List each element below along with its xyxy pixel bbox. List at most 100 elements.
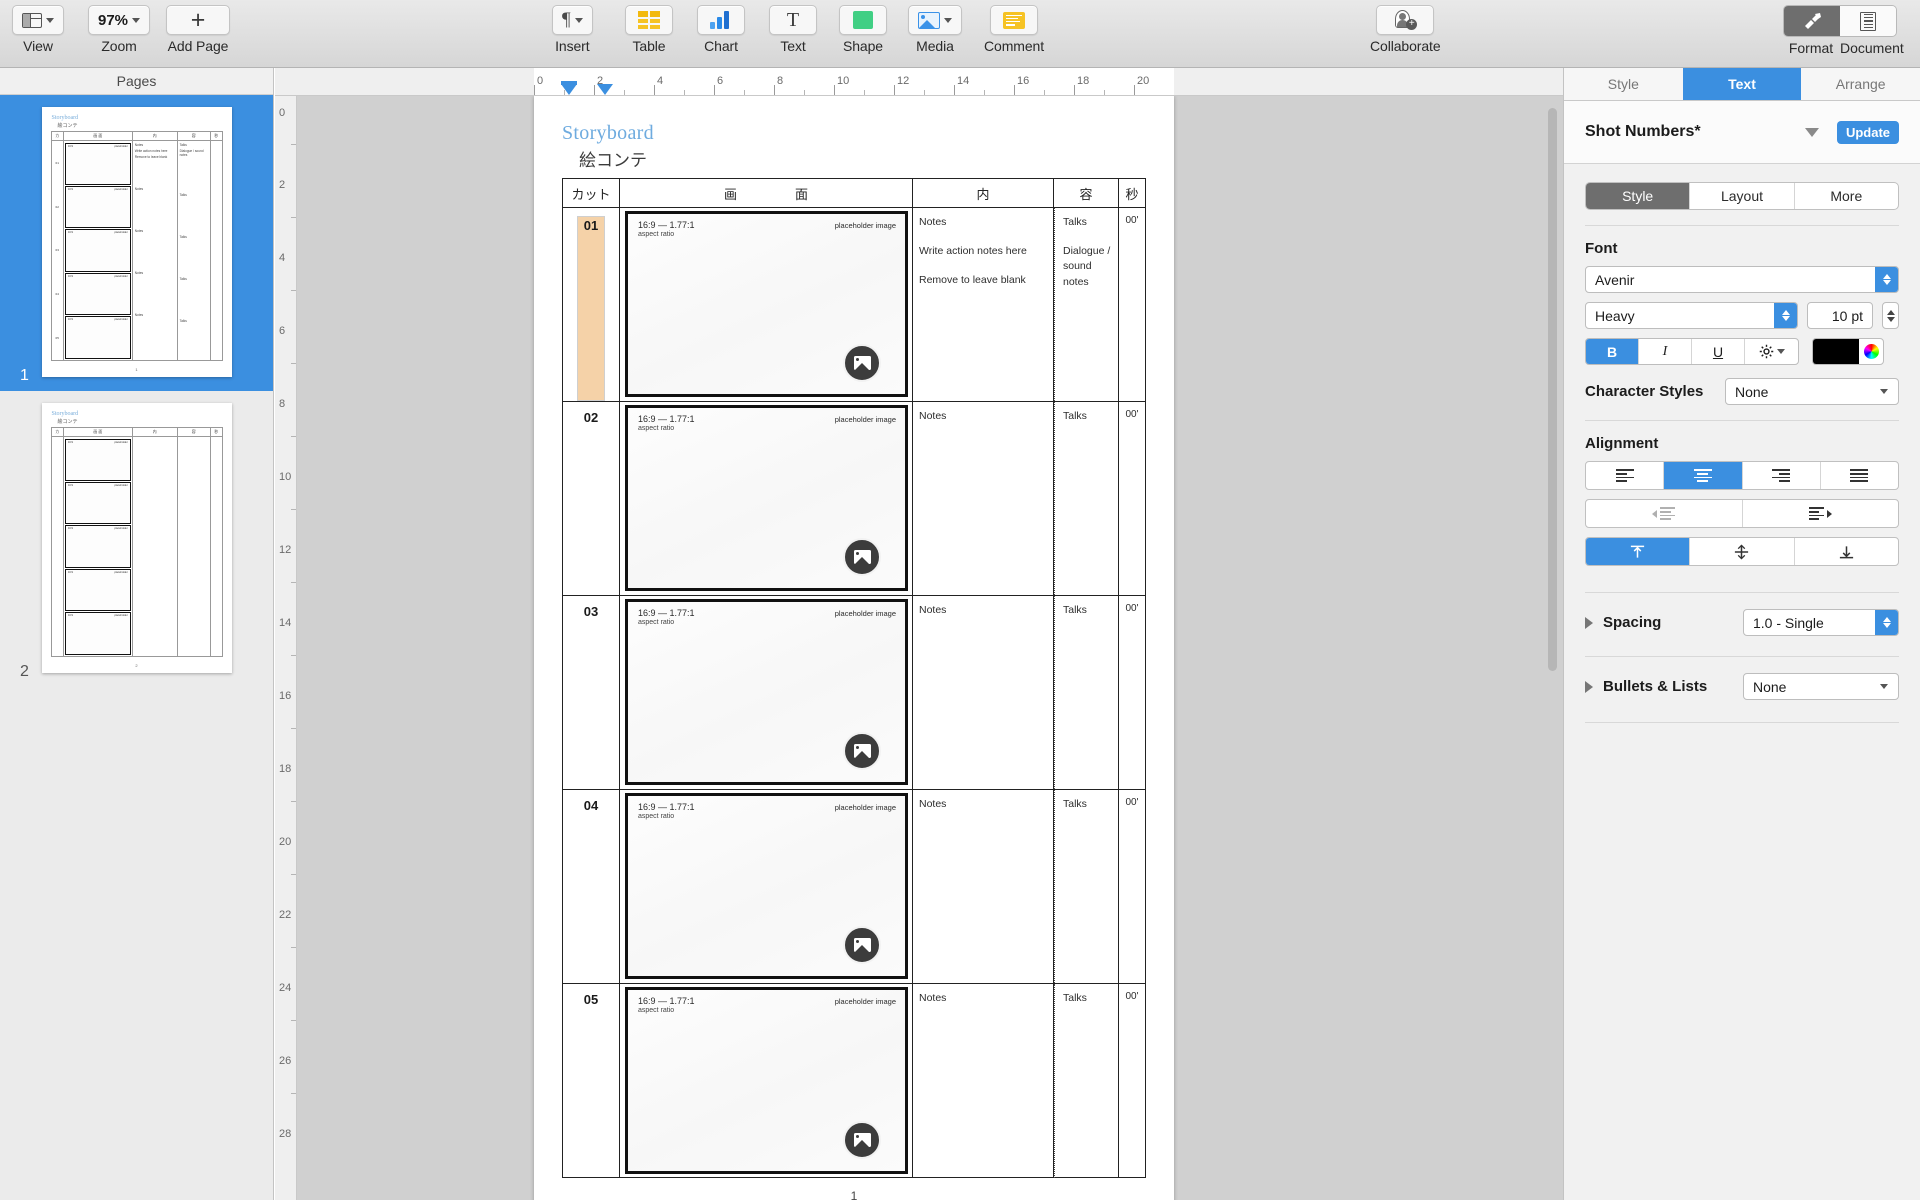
media-placeholder-icon[interactable] (843, 732, 881, 770)
stepper-icon[interactable] (1875, 267, 1898, 292)
cut-number[interactable]: 03 (584, 604, 598, 789)
notes-cell[interactable]: Notes (913, 790, 1054, 983)
cut-cell[interactable]: 04 (563, 790, 620, 983)
image-cell[interactable]: 16:9 — 1.77:1 aspect ratio placeholder i… (620, 596, 913, 789)
toolbar-collaborate[interactable]: + Collaborate (1370, 5, 1441, 54)
image-placeholder-frame[interactable]: 16:9 — 1.77:1 aspect ratio placeholder i… (625, 599, 908, 785)
cut-cell[interactable]: 03 (563, 596, 620, 789)
align-middle-button[interactable] (1690, 538, 1795, 565)
character-styles-select[interactable]: None (1725, 378, 1899, 405)
table-row[interactable]: 05 16:9 — 1.77:1 aspect ratio placeholde… (563, 984, 1145, 1178)
toolbar-table[interactable]: Table (625, 5, 673, 54)
seconds-cell[interactable]: 00' (1119, 208, 1145, 401)
font-size-field[interactable]: 10 pt (1807, 302, 1873, 329)
cut-number[interactable]: 05 (584, 992, 598, 1178)
color-swatch[interactable] (1813, 339, 1859, 364)
image-placeholder-frame[interactable]: 16:9 — 1.77:1 aspect ratio placeholder i… (625, 793, 908, 979)
table-button[interactable] (625, 5, 673, 35)
align-right-button[interactable] (1743, 462, 1821, 489)
talks-cell[interactable]: Talks (1054, 596, 1119, 789)
font-family-select[interactable]: Avenir (1585, 266, 1899, 293)
table-row[interactable]: 02 16:9 — 1.77:1 aspect ratio placeholde… (563, 402, 1145, 596)
cut-cell[interactable]: 02 (563, 402, 620, 595)
table-row[interactable]: 01 16:9 — 1.77:1 aspect ratio placeholde… (563, 208, 1145, 402)
disclosure-triangle-icon[interactable] (1585, 680, 1593, 693)
toolbar-comment[interactable]: Comment (984, 5, 1044, 54)
comment-button[interactable] (989, 5, 1038, 35)
bullets-select[interactable]: None (1743, 673, 1899, 700)
document-page-1[interactable]: Storyboard 絵コンテ カット 画 面 内 容 秒 01 16:9 — … (534, 96, 1174, 1200)
toolbar-text[interactable]: T Text (769, 5, 817, 54)
increase-indent-button[interactable] (1743, 500, 1899, 527)
chevron-down-icon[interactable] (1804, 127, 1819, 137)
tab-text[interactable]: Text (1682, 68, 1802, 100)
toolbar-view[interactable]: View (12, 5, 64, 54)
chart-button[interactable] (697, 5, 745, 35)
underline-button[interactable]: U (1692, 339, 1745, 364)
toolbar-media[interactable]: Media (908, 5, 962, 54)
tab-arrange[interactable]: Arrange (1801, 68, 1920, 100)
cut-number[interactable]: 04 (584, 798, 598, 983)
stepper-icon[interactable] (1875, 610, 1898, 635)
font-options-button[interactable] (1745, 339, 1798, 364)
notes-cell[interactable]: Notes Write action notes here Remove to … (913, 208, 1054, 401)
left-indent-marker[interactable] (597, 84, 613, 95)
disclosure-triangle-icon[interactable] (1585, 616, 1593, 629)
media-placeholder-icon[interactable] (843, 926, 881, 964)
font-size-stepper[interactable] (1882, 302, 1899, 329)
toolbar-zoom[interactable]: 97% Zoom (88, 5, 151, 54)
talks-cell[interactable]: Talks (1054, 790, 1119, 983)
cut-cell[interactable]: 05 (563, 984, 620, 1178)
seconds-cell[interactable]: 00' (1119, 790, 1145, 983)
shape-button[interactable] (839, 5, 887, 35)
decrease-indent-button[interactable] (1586, 500, 1743, 527)
table-row[interactable]: 04 16:9 — 1.77:1 aspect ratio placeholde… (563, 790, 1145, 984)
font-weight-select[interactable]: Heavy (1585, 302, 1798, 329)
image-placeholder-frame[interactable]: 16:9 — 1.77:1 aspect ratio placeholder i… (625, 987, 908, 1174)
talks-cell[interactable]: Talks (1054, 402, 1119, 595)
align-center-button[interactable] (1664, 462, 1743, 489)
document-toggle-button[interactable] (1840, 6, 1896, 36)
zoom-button[interactable]: 97% (88, 5, 151, 35)
align-justify-button[interactable] (1821, 462, 1898, 489)
notes-cell[interactable]: Notes (913, 984, 1054, 1178)
text-button[interactable]: T (769, 5, 817, 35)
align-left-button[interactable] (1586, 462, 1665, 489)
page-thumbnail-1[interactable]: Storyboard 絵コンテ カ画 面 内容秒 01 02 03 04 05 16:9… (0, 95, 273, 391)
bold-button[interactable]: B (1586, 339, 1639, 364)
seconds-cell[interactable]: 00' (1119, 984, 1145, 1178)
seconds-cell[interactable]: 00' (1119, 402, 1145, 595)
align-top-button[interactable] (1586, 538, 1691, 565)
media-placeholder-icon[interactable] (843, 1121, 881, 1159)
first-line-indent-marker[interactable] (561, 81, 577, 95)
media-placeholder-icon[interactable] (843, 344, 881, 382)
subtab-layout[interactable]: Layout (1690, 183, 1795, 209)
image-placeholder-frame[interactable]: 16:9 — 1.77:1 aspect ratio placeholder i… (625, 405, 908, 591)
image-cell[interactable]: 16:9 — 1.77:1 aspect ratio placeholder i… (620, 208, 913, 401)
horizontal-ruler[interactable]: 0 2 4 6 8 10 12 14 16 18 20 (275, 68, 1563, 96)
document-scroll-area[interactable]: Storyboard 絵コンテ カット 画 面 内 容 秒 01 16:9 — … (298, 96, 1563, 1200)
talks-cell[interactable]: Talks (1054, 984, 1119, 1178)
talks-cell[interactable]: Talks Dialogue / sound notes (1054, 208, 1119, 401)
add-page-button[interactable]: + (166, 5, 230, 35)
cut-number[interactable]: 01 (576, 216, 606, 401)
image-cell[interactable]: 16:9 — 1.77:1 aspect ratio placeholder i… (620, 790, 913, 983)
stepper-icon[interactable] (1774, 303, 1797, 328)
tab-style[interactable]: Style (1564, 68, 1683, 100)
font-color-well[interactable] (1812, 338, 1884, 365)
toolbar-shape[interactable]: Shape (839, 5, 887, 54)
table-row[interactable]: 03 16:9 — 1.77:1 aspect ratio placeholde… (563, 596, 1145, 790)
media-button[interactable] (908, 5, 962, 35)
format-toggle-button[interactable] (1784, 6, 1840, 36)
seconds-cell[interactable]: 00' (1119, 596, 1145, 789)
storyboard-table[interactable]: カット 画 面 内 容 秒 01 16:9 — 1.77:1 aspect ra… (562, 178, 1146, 1178)
image-placeholder-frame[interactable]: 16:9 — 1.77:1 aspect ratio placeholder i… (625, 211, 908, 397)
color-wheel-button[interactable] (1859, 339, 1883, 364)
spacing-select[interactable]: 1.0 - Single (1743, 609, 1899, 636)
insert-button[interactable]: ¶ (552, 5, 593, 35)
update-style-button[interactable]: Update (1836, 120, 1899, 144)
align-bottom-button[interactable] (1795, 538, 1898, 565)
page-thumbnail-2[interactable]: Storyboard 絵コンテ カ画 面 内容秒 16:9 placeholder… (0, 391, 273, 687)
view-button[interactable] (12, 5, 64, 35)
toolbar-chart[interactable]: Chart (697, 5, 745, 54)
